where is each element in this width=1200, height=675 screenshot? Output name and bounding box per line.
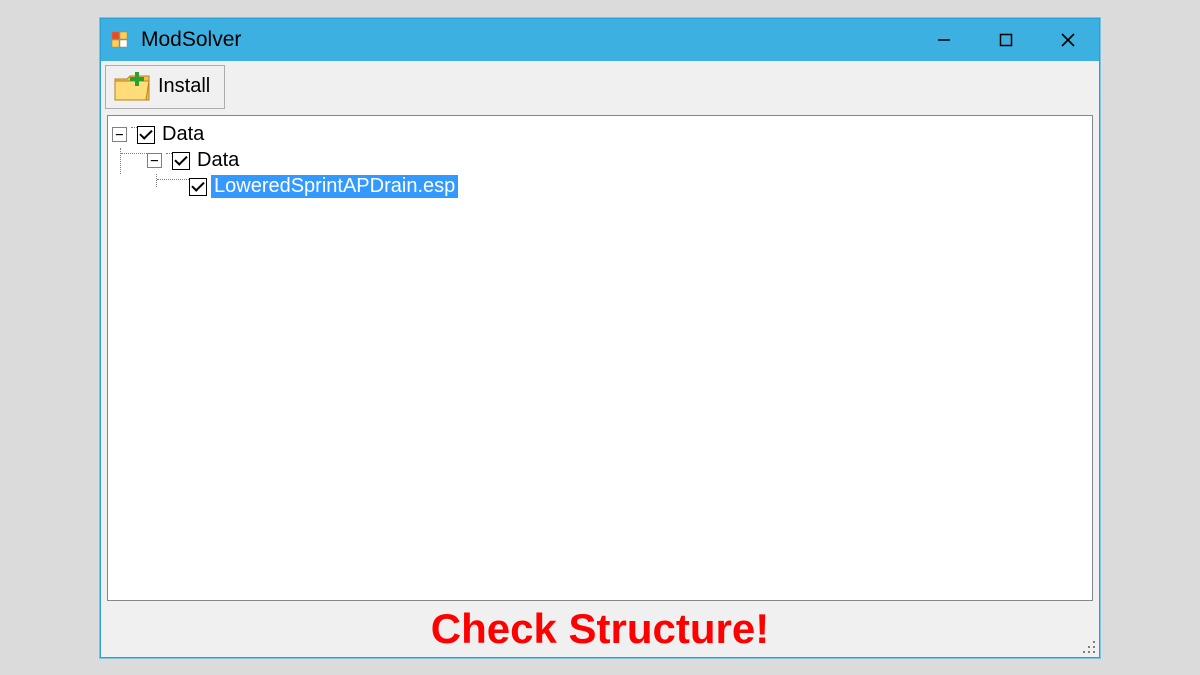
tree-label: Data (194, 149, 242, 172)
app-icon (109, 29, 131, 51)
checkbox[interactable] (137, 126, 155, 144)
folder-plus-icon (112, 70, 152, 104)
expand-toggle-icon[interactable]: − (112, 127, 127, 142)
checkbox[interactable] (172, 152, 190, 170)
status-footer: Check Structure! (101, 601, 1099, 657)
window-title: ModSolver (141, 28, 913, 52)
install-button[interactable]: Install (105, 65, 225, 109)
tree-label-selected: LoweredSprintAPDrain.esp (211, 175, 458, 198)
tree-view[interactable]: − Data − Data LoweredSprintAPDrain.esp (107, 115, 1093, 601)
tree-node-esp-file[interactable]: LoweredSprintAPDrain.esp (112, 174, 1088, 200)
toolbar: Install (101, 61, 1099, 109)
tree-label: Data (159, 123, 207, 146)
titlebar[interactable]: ModSolver (101, 19, 1099, 61)
resize-grip-icon[interactable] (1079, 637, 1095, 653)
tree-node-data-root[interactable]: − Data (112, 122, 1088, 148)
window-controls (913, 19, 1099, 61)
minimize-button[interactable] (913, 19, 975, 61)
checkbox[interactable] (189, 178, 207, 196)
close-button[interactable] (1037, 19, 1099, 61)
maximize-button[interactable] (975, 19, 1037, 61)
install-label: Install (158, 75, 210, 98)
expand-toggle-icon[interactable]: − (147, 153, 162, 168)
app-window: ModSolver Install (100, 18, 1100, 658)
footer-message: Check Structure! (431, 605, 769, 653)
tree-node-data-child[interactable]: − Data (112, 148, 1088, 174)
